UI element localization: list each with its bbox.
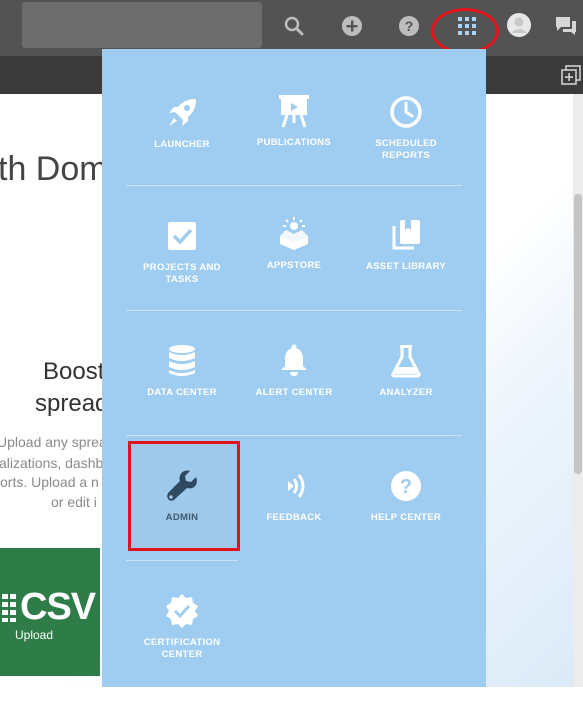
menu-item-label: SCHEDULED REPORTS: [375, 138, 437, 161]
menu-item-label: ADMIN: [165, 512, 199, 523]
csv-upload-tile[interactable]: CSV Upload: [0, 548, 100, 676]
add-icon[interactable]: [340, 14, 364, 38]
database-icon: [167, 341, 197, 381]
menu-item-launcher[interactable]: LAUNCHER: [126, 93, 238, 205]
chat-icon[interactable]: [553, 14, 579, 38]
menu-item-label: HELP CENTER: [370, 512, 442, 523]
menu-item-alert-center[interactable]: ALERT CENTER: [238, 341, 350, 453]
menu-item-scheduled-reports[interactable]: SCHEDULED REPORTS: [350, 92, 462, 204]
menu-item-feedback[interactable]: FEEDBACK: [238, 466, 350, 578]
clock-icon: [389, 92, 423, 132]
description-line: alizations, dashb: [0, 455, 104, 471]
search-icon[interactable]: [282, 14, 306, 38]
svg-text:?: ?: [405, 18, 414, 34]
csv-label: CSV: [20, 586, 96, 628]
bell-icon: [279, 341, 309, 381]
menu-item-label: FEEDBACK: [266, 512, 322, 523]
flask-icon: [391, 341, 421, 381]
avatar[interactable]: [506, 12, 532, 38]
menu-item-label: LAUNCHER: [154, 139, 210, 150]
description-line: Upload any sprea: [0, 434, 107, 450]
menu-item-certification-center[interactable]: CERTIFICATION CENTER: [126, 591, 238, 703]
app-grid-highlight: [431, 8, 499, 54]
description-line: orts. Upload a n: [0, 474, 99, 490]
help-icon[interactable]: ?: [397, 14, 421, 38]
menu-item-label: APPSTORE: [266, 260, 322, 271]
menu-item-label: DATA CENTER: [147, 387, 217, 398]
menu-item-label: ANALYZER: [379, 387, 433, 398]
menu-item-help-center[interactable]: ? HELP CENTER: [350, 466, 462, 578]
section-heading-line2: spread: [35, 390, 109, 417]
menu-item-label: ASSET LIBRARY: [365, 261, 447, 272]
checkbox-icon: [166, 216, 198, 256]
menu-item-data-center[interactable]: DATA CENTER: [126, 341, 238, 453]
rocket-icon: [165, 93, 199, 133]
appstore-icon: [276, 214, 312, 254]
menu-item-publications[interactable]: PUBLICATIONS: [238, 91, 350, 203]
add-page-icon[interactable]: [560, 64, 582, 86]
menu-item-label: CERTIFICATION CENTER: [143, 637, 221, 660]
menu-item-label: PUBLICATIONS: [256, 137, 332, 148]
search-field[interactable]: [22, 2, 262, 48]
scrollbar[interactable]: [573, 94, 583, 687]
menu-item-admin[interactable]: ADMIN: [126, 466, 238, 578]
menu-item-appstore[interactable]: APPSTORE: [238, 214, 350, 326]
menu-item-label: ALERT CENTER: [255, 387, 333, 398]
menu-item-projects-and-tasks[interactable]: PROJECTS AND TASKS: [126, 216, 238, 328]
spreadsheet-icon: [2, 594, 16, 622]
menu-item-analyzer[interactable]: ANALYZER: [350, 341, 462, 453]
menu-item-label: PROJECTS AND TASKS: [143, 262, 221, 285]
svg-text:?: ?: [400, 476, 412, 498]
menu-item-asset-library[interactable]: ASSET LIBRARY: [350, 215, 462, 327]
library-icon: [390, 215, 422, 255]
page-title: th Dom: [0, 150, 108, 188]
badge-icon: [164, 591, 200, 631]
section-heading-line1: Boost: [43, 358, 105, 385]
feedback-icon: [279, 466, 309, 506]
scroll-thumb[interactable]: [574, 194, 582, 474]
presentation-icon: [277, 91, 311, 131]
description-line: or edit i: [51, 494, 97, 510]
help-icon: ?: [389, 466, 423, 506]
csv-upload-label: Upload: [15, 628, 54, 642]
wrench-icon: [165, 466, 199, 506]
